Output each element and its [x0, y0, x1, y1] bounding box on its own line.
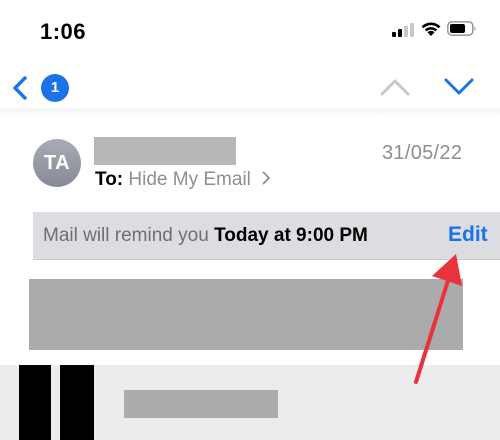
content-text-redacted [124, 390, 278, 418]
previous-message-chevron-icon[interactable] [380, 78, 410, 96]
status-bar: 1:06 [0, 0, 500, 58]
content-image-bar [60, 365, 94, 440]
cellular-signal-icon [392, 23, 414, 37]
wifi-icon [421, 22, 441, 36]
nav-divider [0, 108, 500, 118]
subject-redacted [29, 279, 463, 350]
reminder-text: Mail will remind you Today at 9:00 PM [43, 225, 368, 247]
edit-reminder-button[interactable]: Edit [448, 223, 488, 247]
content-image-bar [19, 365, 51, 440]
message-date: 31/05/22 [382, 142, 463, 164]
sender-name-redacted [94, 137, 236, 165]
next-message-chevron-icon[interactable] [444, 78, 474, 96]
back-chevron-icon[interactable] [12, 76, 28, 100]
sender-avatar: TA [33, 139, 81, 187]
reminder-banner: Mail will remind you Today at 9:00 PM Ed… [33, 212, 500, 260]
status-time: 1:06 [40, 19, 87, 44]
battery-icon [447, 21, 476, 36]
reminder-message: Mail will remind you [43, 225, 209, 246]
recipient-address: Hide My Email [128, 169, 251, 190]
to-label: To: [95, 169, 124, 190]
unread-count-badge[interactable]: 1 [41, 74, 69, 102]
chevron-right-icon [262, 171, 271, 185]
reminder-time: Today at 9:00 PM [214, 225, 368, 246]
recipient-row[interactable]: To: Hide My Email [95, 169, 271, 191]
